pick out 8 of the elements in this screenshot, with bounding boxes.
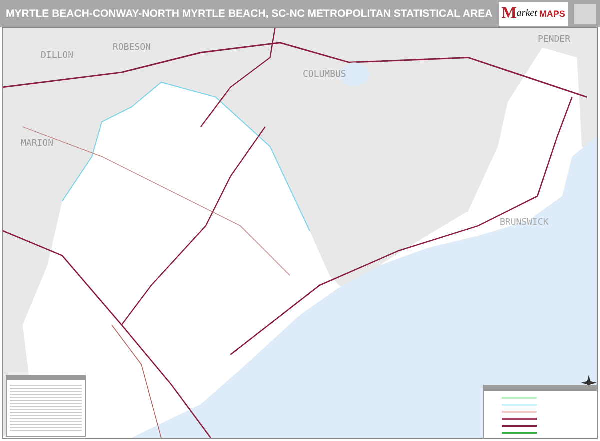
county-label: COLUMBUS — [303, 70, 346, 80]
logo: Market MAPS — [498, 2, 568, 26]
county-label: BRUNSWICK — [500, 218, 549, 228]
map-title: MYRTLE BEACH-CONWAY-NORTH MYRTLE BEACH, SC-NC METROPOLITAN STATISTICAL AREA — [6, 8, 493, 20]
county-label: DILLON — [41, 51, 74, 61]
county-label: MARION — [21, 139, 54, 149]
county-label: ROBESON — [113, 43, 151, 53]
county-label: PENDER — [538, 35, 571, 45]
